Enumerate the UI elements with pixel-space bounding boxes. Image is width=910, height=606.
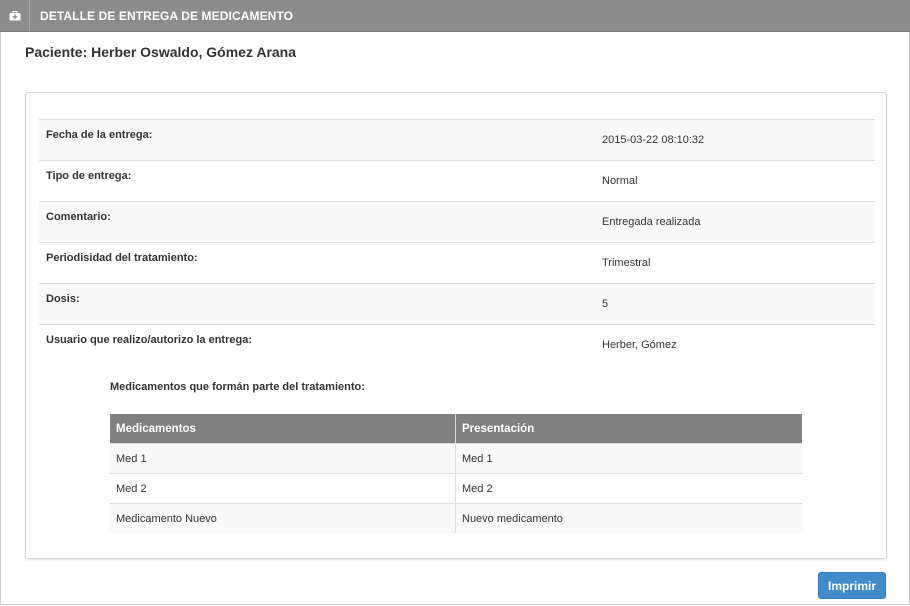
medkit-icon <box>0 0 30 31</box>
title-bar: DETALLE DE ENTREGA DE MEDICAMENTO <box>0 0 910 32</box>
detail-list: Fecha de la entrega: 2015-03-22 08:10:32… <box>39 119 875 365</box>
detail-label: Fecha de la entrega: <box>46 129 153 141</box>
detail-label: Comentario: <box>46 211 111 223</box>
patient-heading: Paciente: Herber Oswaldo, Gómez Arana <box>25 44 297 60</box>
column-header-medications: Medicamentos <box>110 414 456 444</box>
print-button[interactable]: Imprimir <box>818 572 886 599</box>
medications-table: Medicamentos Presentación Med 1 Med 1 Me… <box>110 414 802 533</box>
table-row: Medicamento Nuevo Nuevo medicamento <box>110 503 802 533</box>
table-cell: Medicamento Nuevo <box>110 503 456 533</box>
detail-value: 5 <box>602 298 609 310</box>
column-header-presentation: Presentación <box>455 414 802 444</box>
detail-value: Normal <box>602 175 638 187</box>
table-row: Med 2 Med 2 <box>110 473 802 504</box>
detail-label: Dosis: <box>46 293 80 305</box>
page-title: DETALLE DE ENTREGA DE MEDICAMENTO <box>40 9 294 23</box>
detail-label: Tipo de entrega: <box>46 170 132 182</box>
table-cell: Med 2 <box>455 473 802 504</box>
table-cell: Med 1 <box>110 443 456 474</box>
detail-row-comment: Comentario: Entregada realizada <box>39 201 875 242</box>
detail-row-date: Fecha de la entrega: 2015-03-22 08:10:32 <box>39 119 875 160</box>
table-cell: Med 2 <box>110 473 456 504</box>
table-row: Med 1 Med 1 <box>110 443 802 474</box>
detail-value: 2015-03-22 08:10:32 <box>602 134 705 146</box>
detail-row-user: Usuario que realizo/autorizo la entrega:… <box>39 324 875 365</box>
detail-value: Entregada realizada <box>602 216 701 228</box>
detail-label: Usuario que realizo/autorizo la entrega: <box>46 334 252 346</box>
table-cell: Nuevo medicamento <box>455 503 802 533</box>
detail-row-periodicity: Periodisidad del tratamiento: Trimestral <box>39 242 875 283</box>
detail-label: Periodisidad del tratamiento: <box>46 252 198 264</box>
table-cell: Med 1 <box>455 443 802 474</box>
detail-value: Trimestral <box>602 257 651 269</box>
detail-row-type: Tipo de entrega: Normal <box>39 160 875 201</box>
medications-title: Medicamentos que formán parte del tratam… <box>110 381 365 393</box>
table-header-row: Medicamentos Presentación <box>110 414 802 444</box>
detail-value: Herber, Gómez <box>602 339 677 351</box>
detail-row-dose: Dosis: 5 <box>39 283 875 324</box>
delivery-detail-panel: Fecha de la entrega: 2015-03-22 08:10:32… <box>25 92 887 559</box>
